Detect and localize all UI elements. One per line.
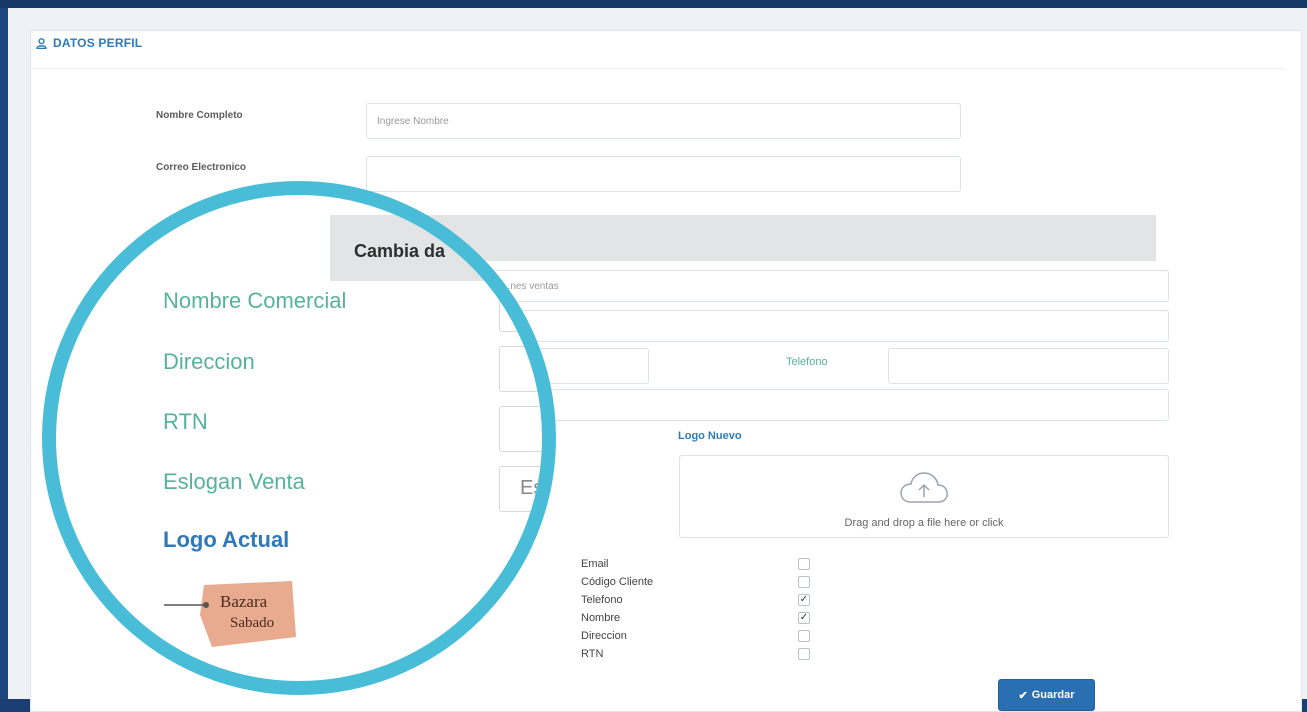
label-rtn: RTN (163, 409, 208, 434)
nombre-comercial-input[interactable]: ...nes ventas (491, 270, 1169, 302)
logo-text-bottom: Sabado (230, 615, 274, 631)
checkbox-email[interactable] (798, 558, 810, 570)
save-button[interactable]: ✔ Guardar (998, 679, 1095, 711)
magnifier-section-title: Cambia da (354, 241, 446, 261)
user-icon (36, 37, 47, 49)
logo-dropzone[interactable]: Drag and drop a file here or click (679, 455, 1169, 538)
checkbox-telefono[interactable]: ✓ (798, 594, 810, 606)
telefono-input[interactable] (888, 348, 1169, 384)
cloud-upload-icon (900, 472, 948, 503)
label-direccion: Direccion (163, 349, 255, 374)
checkbox-nombre[interactable]: ✓ (798, 612, 810, 624)
direccion-input[interactable] (491, 310, 1169, 342)
check-label-telefono: Telefono (581, 594, 623, 606)
logo-nuevo-label: Logo Nuevo (678, 430, 742, 442)
page-background: DATOS PERFIL Nombre Completo Ingrese Nom… (8, 8, 1307, 712)
check-label-direccion: Direccion (581, 630, 627, 642)
email-label: Correo Electronico (156, 162, 247, 173)
magnifier-section-header: Cambia da (330, 215, 556, 281)
full-name-placeholder: Ingrese Nombre (377, 115, 449, 127)
telefono-label: Telefono (786, 356, 828, 368)
eslogan-input[interactable] (491, 389, 1169, 421)
magnifier-direccion-input (499, 346, 556, 392)
check-label-codigo-cliente: Código Cliente (581, 576, 654, 588)
magnifier-rtn-input (499, 406, 556, 452)
check-label-rtn: RTN (581, 648, 604, 660)
magnifier-overlay: Cambia da Nombre Comercial Direccion RTN… (42, 181, 556, 695)
checkbox-rtn[interactable] (798, 648, 810, 660)
panel-divider (30, 68, 1285, 69)
label-nombre-comercial: Nombre Comercial (163, 288, 347, 313)
dropzone-text: Drag and drop a file here or click (844, 517, 1004, 529)
logo-actual-label: Logo Actual (163, 527, 290, 552)
sidebar-edge (0, 8, 8, 699)
label-eslogan-venta: Eslogan Venta (163, 469, 305, 494)
top-navbar (0, 0, 1307, 8)
check-label-email: Email (581, 558, 609, 570)
magnifier-eslogan-input: Es (499, 466, 556, 512)
logo-text-top: Bazara (220, 592, 268, 611)
email-input[interactable] (366, 156, 961, 192)
panel-title: DATOS PERFIL (36, 36, 142, 50)
checkbox-direccion[interactable] (798, 630, 810, 642)
check-icon: ✔ (1018, 690, 1028, 702)
checkbox-codigo-cliente[interactable] (798, 576, 810, 588)
full-name-input[interactable]: Ingrese Nombre (366, 103, 961, 139)
magnifier-eslogan-placeholder: Es (520, 477, 544, 499)
panel-title-text: DATOS PERFIL (53, 36, 143, 50)
save-button-label: Guardar (1031, 689, 1075, 701)
full-name-label: Nombre Completo (156, 110, 243, 121)
magnifier-nombre-input (499, 286, 556, 332)
check-label-nombre: Nombre (581, 612, 621, 624)
current-logo-image: Bazara Sabado (164, 581, 296, 647)
